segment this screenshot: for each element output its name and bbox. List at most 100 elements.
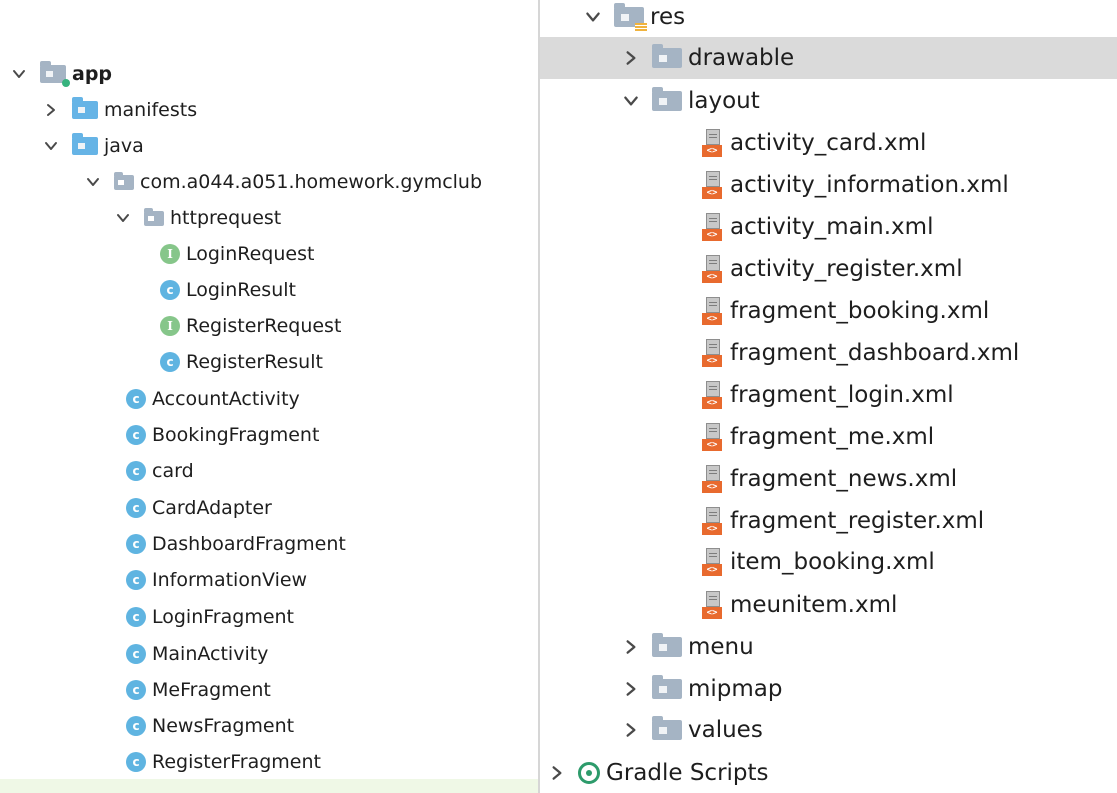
tree-node-label: values (688, 717, 763, 743)
tree-node[interactable]: I RegisterRequest (0, 308, 538, 344)
tree-node-label: activity_register.xml (730, 256, 963, 282)
chevron-right-icon[interactable] (620, 719, 642, 741)
tree-node[interactable]: <> fragment_booking.xml (540, 290, 1117, 332)
tree-node-label: manifests (104, 99, 198, 121)
chevron-down-icon[interactable] (8, 63, 30, 85)
tree-node[interactable]: app (0, 56, 538, 92)
interface-icon: I (160, 316, 180, 336)
project-tree-right-panel: res drawable layout <> activity_card.xml <> ac… (540, 0, 1117, 793)
tree-node[interactable]: c LoginResult (0, 272, 538, 308)
tree-node[interactable]: <> activity_main.xml (540, 206, 1117, 248)
folder-icon (652, 44, 682, 68)
tree-node-label: LoginResult (186, 279, 296, 301)
tree-node-label: item_booking.xml (730, 549, 935, 575)
tree-node-label: MeFragment (152, 679, 271, 701)
tree-node-label: RegisterResult (186, 351, 323, 373)
tree-node[interactable]: menu (540, 626, 1117, 668)
chevron-down-icon[interactable] (112, 207, 134, 229)
chevron-down-icon[interactable] (40, 135, 62, 157)
tree-node[interactable]: c MeFragment (0, 672, 538, 708)
xml-file-icon: <> (702, 507, 724, 535)
chevron-right-icon[interactable] (546, 762, 568, 784)
chevron-right-icon[interactable] (620, 47, 642, 69)
tree-node[interactable]: c AccountActivity (0, 381, 538, 417)
tree-node-label: httprequest (170, 207, 282, 229)
tree-node[interactable]: drawable (540, 37, 1117, 79)
chevron-down-icon[interactable] (582, 6, 604, 28)
package-icon (114, 171, 134, 190)
tree-node[interactable]: <> fragment_news.xml (540, 458, 1117, 500)
xml-file-icon: <> (702, 213, 724, 241)
project-tree-left-panel: app manifests java com.a044.a051.homework.g… (0, 0, 538, 793)
folder-icon (652, 716, 682, 740)
tree-node[interactable]: c MainActivity (0, 636, 538, 672)
tree-node[interactable]: res (540, 0, 1117, 38)
chevron-right-icon[interactable] (620, 678, 642, 700)
tree-node-label: drawable (688, 45, 795, 71)
tree-node[interactable]: c card (0, 453, 538, 489)
tree-node-label: fragment_news.xml (730, 466, 958, 492)
tree-node[interactable]: manifests (0, 92, 538, 128)
tree-node[interactable]: c CardAdapter (0, 490, 538, 526)
xml-file-icon: <> (702, 465, 724, 493)
class-icon: c (126, 680, 146, 700)
tree-node-label: fragment_register.xml (730, 508, 985, 534)
tree-node[interactable]: c RegisterResult (0, 344, 538, 380)
tree-node[interactable]: values (540, 709, 1117, 751)
chevron-right-icon[interactable] (40, 99, 62, 121)
folder-icon (652, 633, 682, 657)
xml-file-icon: <> (702, 591, 724, 619)
tree-node[interactable]: <> activity_card.xml (540, 122, 1117, 164)
tree-node[interactable]: layout (540, 80, 1117, 122)
xml-file-icon: <> (702, 339, 724, 367)
tree-node[interactable]: <> activity_information.xml (540, 164, 1117, 206)
tree-node-label: activity_main.xml (730, 214, 934, 240)
tree-node[interactable]: <> activity_register.xml (540, 248, 1117, 290)
tree-node[interactable]: <> fragment_dashboard.xml (540, 332, 1117, 374)
chevron-down-icon[interactable] (82, 171, 104, 193)
xml-file-icon: <> (702, 381, 724, 409)
class-icon: c (126, 534, 146, 554)
tree-node[interactable]: c NewsFragment (0, 708, 538, 744)
xml-file-icon: <> (702, 423, 724, 451)
tree-node-label: com.a044.a051.homework.gymclub (140, 171, 483, 193)
tree-node[interactable]: <> fragment_me.xml (540, 416, 1117, 458)
tree-node[interactable]: c BookingFragment (0, 417, 538, 453)
tree-node[interactable]: I LoginRequest (0, 236, 538, 272)
tree-node[interactable]: httprequest (0, 200, 538, 236)
tree-node-label: fragment_dashboard.xml (730, 340, 1020, 366)
tree-node-label: app (72, 63, 113, 85)
tree-node-partial[interactable] (0, 779, 538, 793)
tree-node-label: RegisterRequest (186, 315, 342, 337)
class-icon: c (126, 570, 146, 590)
tree-node-label: Gradle Scripts (606, 760, 769, 786)
tree-node[interactable]: mipmap (540, 668, 1117, 710)
tree-node[interactable]: <> meunitem.xml (540, 584, 1117, 626)
folder-icon (652, 675, 682, 699)
blue-folder-icon (72, 133, 98, 155)
tree-node[interactable]: <> fragment_login.xml (540, 374, 1117, 416)
class-icon: c (126, 644, 146, 664)
xml-file-icon: <> (702, 548, 724, 576)
tree-node-label: fragment_booking.xml (730, 298, 990, 324)
tree-node[interactable]: c InformationView (0, 562, 538, 598)
chevron-down-icon[interactable] (620, 90, 642, 112)
tree-node[interactable]: c RegisterFragment (0, 744, 538, 780)
tree-node-label: res (650, 4, 686, 30)
tree-node[interactable]: Gradle Scripts (540, 752, 1117, 793)
class-icon: c (126, 389, 146, 409)
gradle-icon (578, 762, 600, 784)
tree-node[interactable]: com.a044.a051.homework.gymclub (0, 164, 538, 200)
tree-node[interactable]: c LoginFragment (0, 599, 538, 635)
tree-node-label: MainActivity (152, 643, 269, 665)
tree-node[interactable]: <> fragment_register.xml (540, 500, 1117, 542)
class-icon: c (160, 352, 180, 372)
tree-node[interactable]: <> item_booking.xml (540, 541, 1117, 583)
tree-node-label: meunitem.xml (730, 592, 898, 618)
class-icon: c (160, 280, 180, 300)
tree-node[interactable]: c DashboardFragment (0, 526, 538, 562)
chevron-right-icon[interactable] (620, 636, 642, 658)
tree-node-label: activity_information.xml (730, 172, 1009, 198)
xml-file-icon: <> (702, 171, 724, 199)
tree-node[interactable]: java (0, 128, 538, 164)
